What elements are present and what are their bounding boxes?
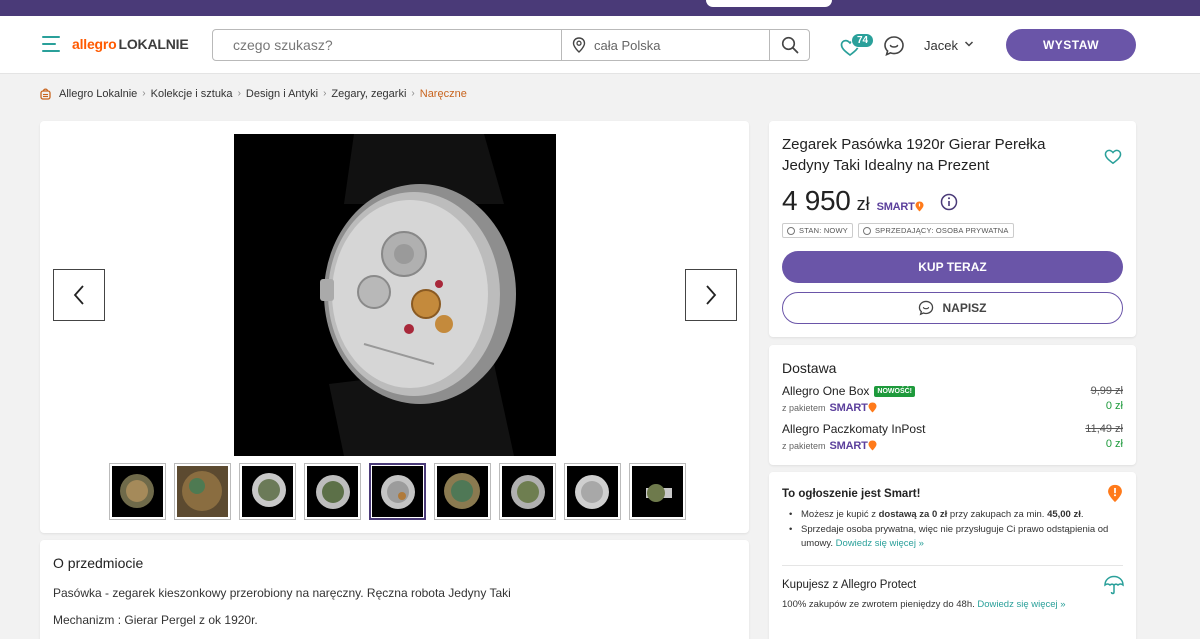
thumbnail[interactable] (564, 463, 621, 520)
buy-box: Zegarek Pasówka 1920r Gierar Perełka Jed… (769, 121, 1136, 337)
wystaw-button[interactable]: WYSTAW (1006, 29, 1136, 61)
favorites-button[interactable]: 74 (840, 33, 875, 60)
offer-title: Zegarek Pasówka 1920r Gierar Perełka Jed… (782, 136, 1046, 174)
thumbnail[interactable] (304, 463, 361, 520)
breadcrumb-item[interactable]: Kolekcje i sztuka (151, 88, 233, 100)
chat-icon[interactable] (883, 35, 905, 57)
price-value: 4 950 (782, 185, 851, 216)
user-name[interactable]: Jacek (924, 38, 958, 53)
top-bar-tab[interactable] (706, 0, 832, 7)
smart-info-item: Sprzedaje osoba prywatna, więc nie przys… (789, 523, 1117, 551)
protect-title: Kupujesz z Allegro Protect (782, 579, 917, 591)
smart-info-list: Możesz je kupić z dostawą za 0 zł przy z… (789, 508, 1117, 552)
delivery-option: Allegro Paczkomaty InPost z pakietem SMAR… (782, 422, 1123, 452)
divider (782, 565, 1123, 566)
delivery-title: Dostawa (782, 360, 837, 376)
delivery-card: Dostawa Allegro One Box NOWOŚĆ! z pakiete… (769, 345, 1136, 465)
watch-image (234, 134, 556, 456)
smart-drop-icon (915, 201, 924, 212)
description-text: Mechanizm : Gierar Pergel z ok 1920r. (53, 613, 258, 627)
location-pin-icon (572, 37, 586, 53)
logo[interactable]: allegro LOKALNIE (72, 36, 189, 52)
chevron-right-icon (706, 285, 717, 305)
new-price: 0 zł (1105, 438, 1123, 450)
smart-badge: SMART (877, 201, 924, 213)
old-price: 11,49 zł (1085, 423, 1123, 435)
gallery-next-button[interactable] (685, 269, 737, 321)
chevron-down-icon[interactable] (964, 40, 974, 48)
learn-more-link[interactable]: Dowiedz się więcej » (836, 538, 924, 549)
home-bag-icon[interactable] (40, 87, 51, 100)
gallery-card (40, 121, 749, 533)
condition-chip: STAN: NOWY (782, 223, 853, 238)
thumbnail-active[interactable] (369, 463, 426, 520)
info-icon[interactable] (940, 193, 958, 211)
description-title: O przedmiocie (53, 555, 144, 571)
breadcrumb-item[interactable]: Allegro Lokalnie (59, 88, 137, 100)
price-currency: zł (856, 194, 870, 214)
location-text: cała Polska (594, 37, 661, 53)
old-price: 9,99 zł (1090, 385, 1123, 397)
smart-info-title: To ogłoszenie jest Smart! (782, 488, 921, 500)
gallery-prev-button[interactable] (53, 269, 105, 321)
smart-info-item: Możesz je kupić z dostawą za 0 zł przy z… (789, 508, 1117, 522)
chevron-left-icon (73, 285, 84, 305)
thumbnail[interactable] (174, 463, 231, 520)
thumbnail-strip (109, 463, 686, 520)
favorites-count-badge: 74 (851, 33, 875, 48)
thumbnail[interactable] (239, 463, 296, 520)
smart-badge: SMART (830, 402, 877, 414)
smart-drop-icon (868, 402, 877, 413)
thumbnail[interactable] (499, 463, 556, 520)
header: allegroLOKALNIE cała Polska 74 Jacek WYS… (0, 16, 1200, 74)
smart-info-card: To ogłoszenie jest Smart! Możesz je kupi… (769, 472, 1136, 639)
top-bar (0, 0, 1200, 16)
thumbnail[interactable] (109, 463, 166, 520)
location-select[interactable]: cała Polska (561, 30, 769, 60)
delivery-option: Allegro One Box NOWOŚĆ! z pakietem SMART 9… (782, 384, 1123, 414)
seller-chip: SPRZEDAJĄCY: OSOBA PRYWATNA (857, 223, 1014, 238)
thumbnail[interactable] (434, 463, 491, 520)
breadcrumb: Allegro Lokalnie › Kolekcje i sztuka › Des… (40, 87, 467, 100)
search-input[interactable] (213, 30, 561, 60)
protect-text: 100% zakupów ze zwrotem pieniędzy do 48h… (782, 599, 1066, 610)
product-main-image[interactable] (234, 134, 556, 456)
new-price: 0 zł (1105, 400, 1123, 412)
smart-drop-icon (868, 440, 877, 451)
seller-icon (862, 226, 871, 235)
offer-chips: STAN: NOWY SPRZEDAJĄCY: OSOBA PRYWATNA (782, 223, 1014, 238)
breadcrumb-item[interactable]: Zegary, zegarki (331, 88, 406, 100)
breadcrumb-item[interactable]: Design i Antyki (246, 88, 318, 100)
umbrella-icon (1104, 575, 1124, 595)
price-row: 4 950 zł SMART (782, 185, 924, 217)
search-button[interactable] (769, 30, 809, 60)
description-card: O przedmiocie Pasówka - zegarek kieszonk… (40, 540, 749, 639)
chat-icon (919, 300, 934, 316)
message-button[interactable]: NAPISZ (782, 292, 1123, 324)
new-badge: NOWOŚĆ! (874, 385, 915, 397)
condition-icon (787, 226, 795, 235)
search-bar: cała Polska (212, 29, 810, 61)
heart-icon[interactable] (1104, 149, 1122, 165)
thumbnail[interactable] (629, 463, 686, 520)
menu-icon[interactable] (42, 36, 62, 52)
breadcrumb-current: Naręczne (419, 87, 467, 100)
learn-more-link[interactable]: Dowiedz się więcej » (977, 599, 1065, 610)
description-text: Pasówka - zegarek kieszonkowy przerobion… (53, 586, 511, 600)
search-icon (781, 36, 798, 54)
smart-badge: SMART (830, 440, 877, 452)
buy-now-button[interactable]: KUP TERAZ (782, 251, 1123, 283)
smart-drop-icon (1108, 484, 1122, 503)
